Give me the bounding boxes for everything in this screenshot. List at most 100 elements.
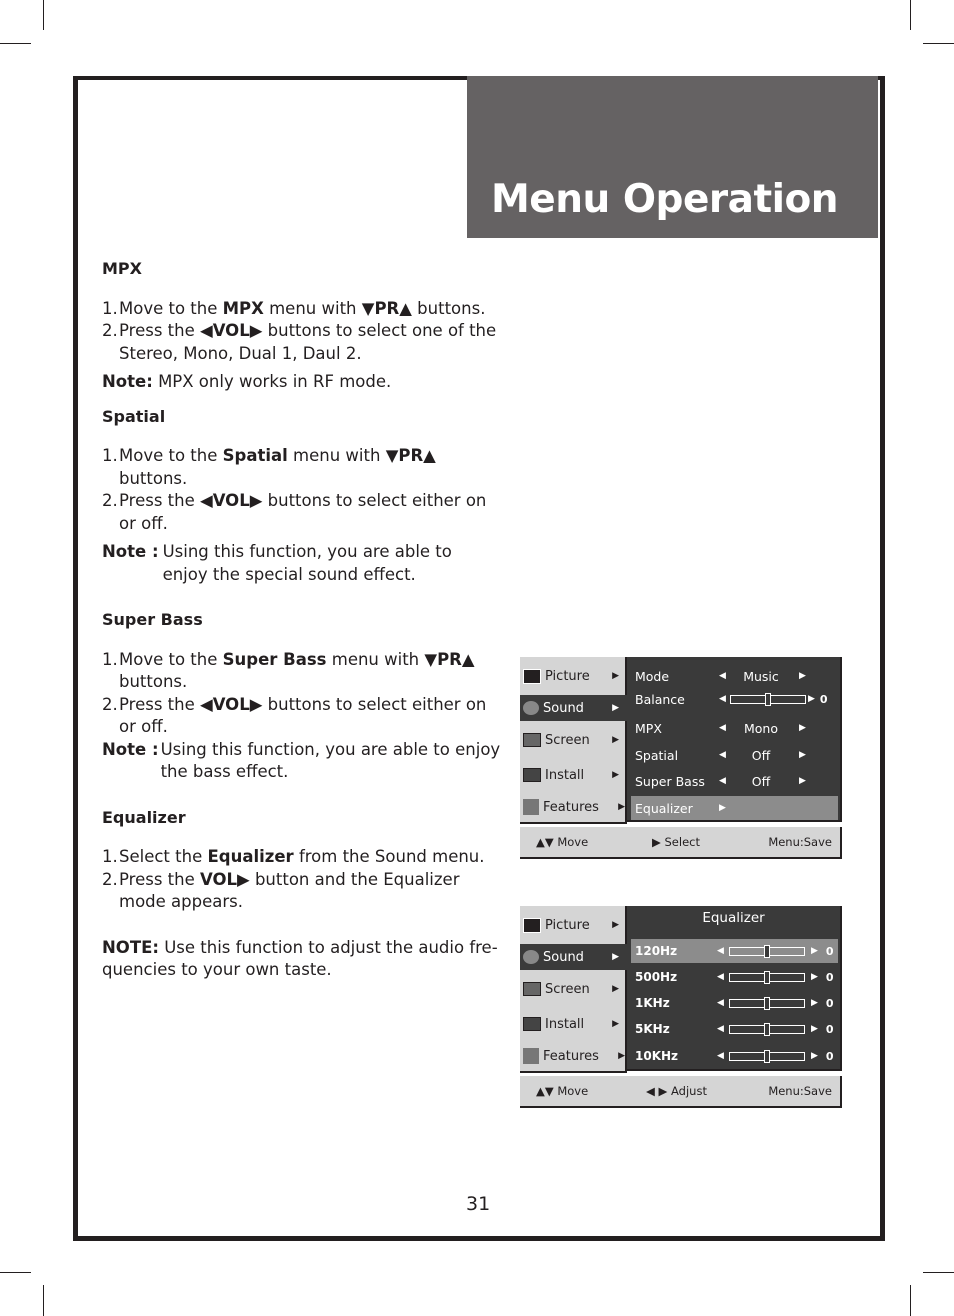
arrow-left-icon[interactable]: ◀ <box>717 1051 727 1061</box>
arrow-right-icon[interactable]: ▶ <box>799 750 806 760</box>
crop-mark <box>43 1285 44 1316</box>
row-value: Music <box>743 668 779 684</box>
section-heading: MPX <box>102 259 142 278</box>
screen-icon <box>523 982 541 996</box>
osd-row-mode[interactable]: Mode ◀ Music ▶ <box>635 665 836 687</box>
arrow-left-icon[interactable]: ◀ <box>717 972 727 982</box>
footer-adjust-hint: ◀ ▶ Adjust <box>646 1084 707 1098</box>
osd-row-super-bass[interactable]: Super Bass ◀ Off ▶ <box>635 770 836 792</box>
eq-band-slider[interactable] <box>729 1022 805 1036</box>
arrow-right-icon[interactable]: ▶ <box>811 1051 818 1061</box>
slider-value: 0 <box>819 692 828 706</box>
slider-knob[interactable] <box>765 692 771 706</box>
slider-knob[interactable] <box>764 996 770 1010</box>
note-label: Note: <box>102 372 153 391</box>
osd-menu-item-install[interactable]: Install ▶ <box>520 762 627 788</box>
menu-label: Features <box>543 799 599 815</box>
section-mpx: MPX 1. Move to the MPX menu with ▼PR▲ but… <box>102 258 502 394</box>
osd-equalizer-menu: Picture ▶ Sound ▶ Screen ▶ Install ▶ Feature… <box>520 906 842 1108</box>
section-heading: Super Bass <box>102 610 203 629</box>
arrow-right-icon: ▶ <box>612 703 619 713</box>
balance-slider[interactable] <box>730 692 806 706</box>
header-banner: Menu Operation <box>467 76 878 238</box>
note-text: Using this function, you are able to enj… <box>160 739 501 782</box>
crop-mark <box>910 0 911 30</box>
features-icon <box>523 799 539 815</box>
osd-row-spatial[interactable]: Spatial ◀ Off ▶ <box>635 744 836 766</box>
row-label: Equalizer <box>635 800 693 816</box>
eq-band-row[interactable]: 5KHz ◀ ▶ 0 <box>635 1018 836 1040</box>
arrow-right-icon[interactable]: ▶ <box>811 946 818 956</box>
osd-menu-item-screen[interactable]: Screen ▶ <box>520 976 627 1002</box>
eq-band-row[interactable]: 120Hz ◀ ▶ 0 <box>631 939 838 963</box>
picture-icon <box>523 917 541 933</box>
arrow-left-icon[interactable]: ◀ <box>719 723 733 733</box>
row-label: Super Bass <box>635 773 705 789</box>
pr-buttons-label: ▼PR▲ <box>424 649 475 669</box>
arrow-right-icon[interactable]: ▶ <box>799 723 806 733</box>
osd-menu-item-install[interactable]: Install ▶ <box>520 1011 627 1037</box>
menu-label: Picture <box>545 917 590 933</box>
note-label: Note : <box>102 542 159 561</box>
osd-menu-item-features[interactable]: Features ▶ <box>520 794 627 820</box>
step-text: Move to the <box>119 649 223 669</box>
row-label: Balance <box>635 691 685 707</box>
arrow-right-icon: ▶ <box>612 920 619 930</box>
arrow-left-icon[interactable]: ◀ <box>717 1024 727 1034</box>
pr-buttons-label: ▼PR▲ <box>385 446 436 465</box>
crop-mark <box>910 1285 911 1316</box>
step-number: 1. <box>102 298 118 318</box>
osd-menu-item-sound[interactable]: Sound ▶ <box>520 695 627 721</box>
eq-band-slider[interactable] <box>729 1049 805 1063</box>
arrow-right-icon[interactable]: ▶ <box>811 972 818 982</box>
eq-band-row[interactable]: 1KHz ◀ ▶ 0 <box>635 992 836 1014</box>
eq-band-slider[interactable] <box>729 944 805 958</box>
osd-row-equalizer[interactable]: Equalizer ▶ <box>631 796 838 820</box>
slider-knob[interactable] <box>764 1049 770 1063</box>
eq-band-row[interactable]: 500Hz ◀ ▶ 0 <box>635 966 836 988</box>
osd-menu-item-screen[interactable]: Screen ▶ <box>520 727 627 753</box>
note-text: Using this function, you are able to enj… <box>162 542 452 584</box>
vol-buttons-label: ◀VOL▶ <box>200 694 263 714</box>
menu-label: Install <box>545 767 585 783</box>
row-value: Mono <box>743 720 778 736</box>
menu-label: Install <box>545 1016 585 1032</box>
eq-band-value: 0 <box>825 996 834 1010</box>
eq-band-slider[interactable] <box>729 970 805 984</box>
eq-band-slider[interactable] <box>729 996 805 1010</box>
osd-menu-item-picture[interactable]: Picture ▶ <box>520 912 627 938</box>
arrow-right-icon[interactable]: ▶ <box>811 998 818 1008</box>
arrow-left-icon[interactable]: ◀ <box>717 998 727 1008</box>
arrow-left-icon[interactable]: ◀ <box>719 750 733 760</box>
step-number: 2. <box>102 491 118 510</box>
slider-knob[interactable] <box>764 1022 770 1036</box>
arrow-left-icon[interactable]: ◀ <box>719 694 728 704</box>
arrow-left-icon[interactable]: ◀ <box>717 946 727 956</box>
slider-knob[interactable] <box>764 970 770 984</box>
arrow-right-icon[interactable]: ▶ <box>811 1024 818 1034</box>
row-value: Off <box>751 747 771 763</box>
slider-knob[interactable] <box>764 944 770 958</box>
footer-save-hint: Menu:Save <box>768 835 832 849</box>
arrow-right-icon: ▶ <box>618 802 625 812</box>
arrow-left-icon[interactable]: ◀ <box>719 776 733 786</box>
features-icon <box>523 1048 539 1064</box>
crop-mark <box>0 43 31 44</box>
arrow-right-icon[interactable]: ▶ <box>808 694 815 704</box>
arrow-right-icon[interactable]: ▶ <box>799 776 806 786</box>
osd-menu-item-sound[interactable]: Sound ▶ <box>520 944 627 970</box>
vol-buttons-label: ◀VOL▶ <box>200 321 263 340</box>
arrow-right-icon: ▶ <box>612 1019 619 1029</box>
osd-menu-item-features[interactable]: Features ▶ <box>520 1043 627 1069</box>
instructions-column: MPX 1. Move to the MPX menu with ▼PR▲ but… <box>102 258 502 982</box>
install-icon <box>523 1017 541 1031</box>
osd-menu-item-picture[interactable]: Picture ▶ <box>520 663 627 689</box>
osd-row-balance[interactable]: Balance ◀ ▶ 0 <box>635 688 836 710</box>
arrow-right-icon[interactable]: ▶ <box>799 671 806 681</box>
eq-band-row[interactable]: 10KHz ◀ ▶ 0 <box>635 1045 836 1067</box>
step-number: 2. <box>102 869 118 889</box>
sound-icon <box>523 950 539 964</box>
arrow-left-icon[interactable]: ◀ <box>719 671 733 681</box>
eq-band-value: 0 <box>825 1022 834 1036</box>
osd-row-mpx[interactable]: MPX ◀ Mono ▶ <box>635 717 836 739</box>
